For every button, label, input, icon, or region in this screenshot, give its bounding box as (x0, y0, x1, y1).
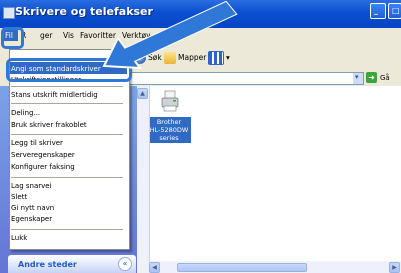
callout-arrow-icon (102, 0, 238, 70)
